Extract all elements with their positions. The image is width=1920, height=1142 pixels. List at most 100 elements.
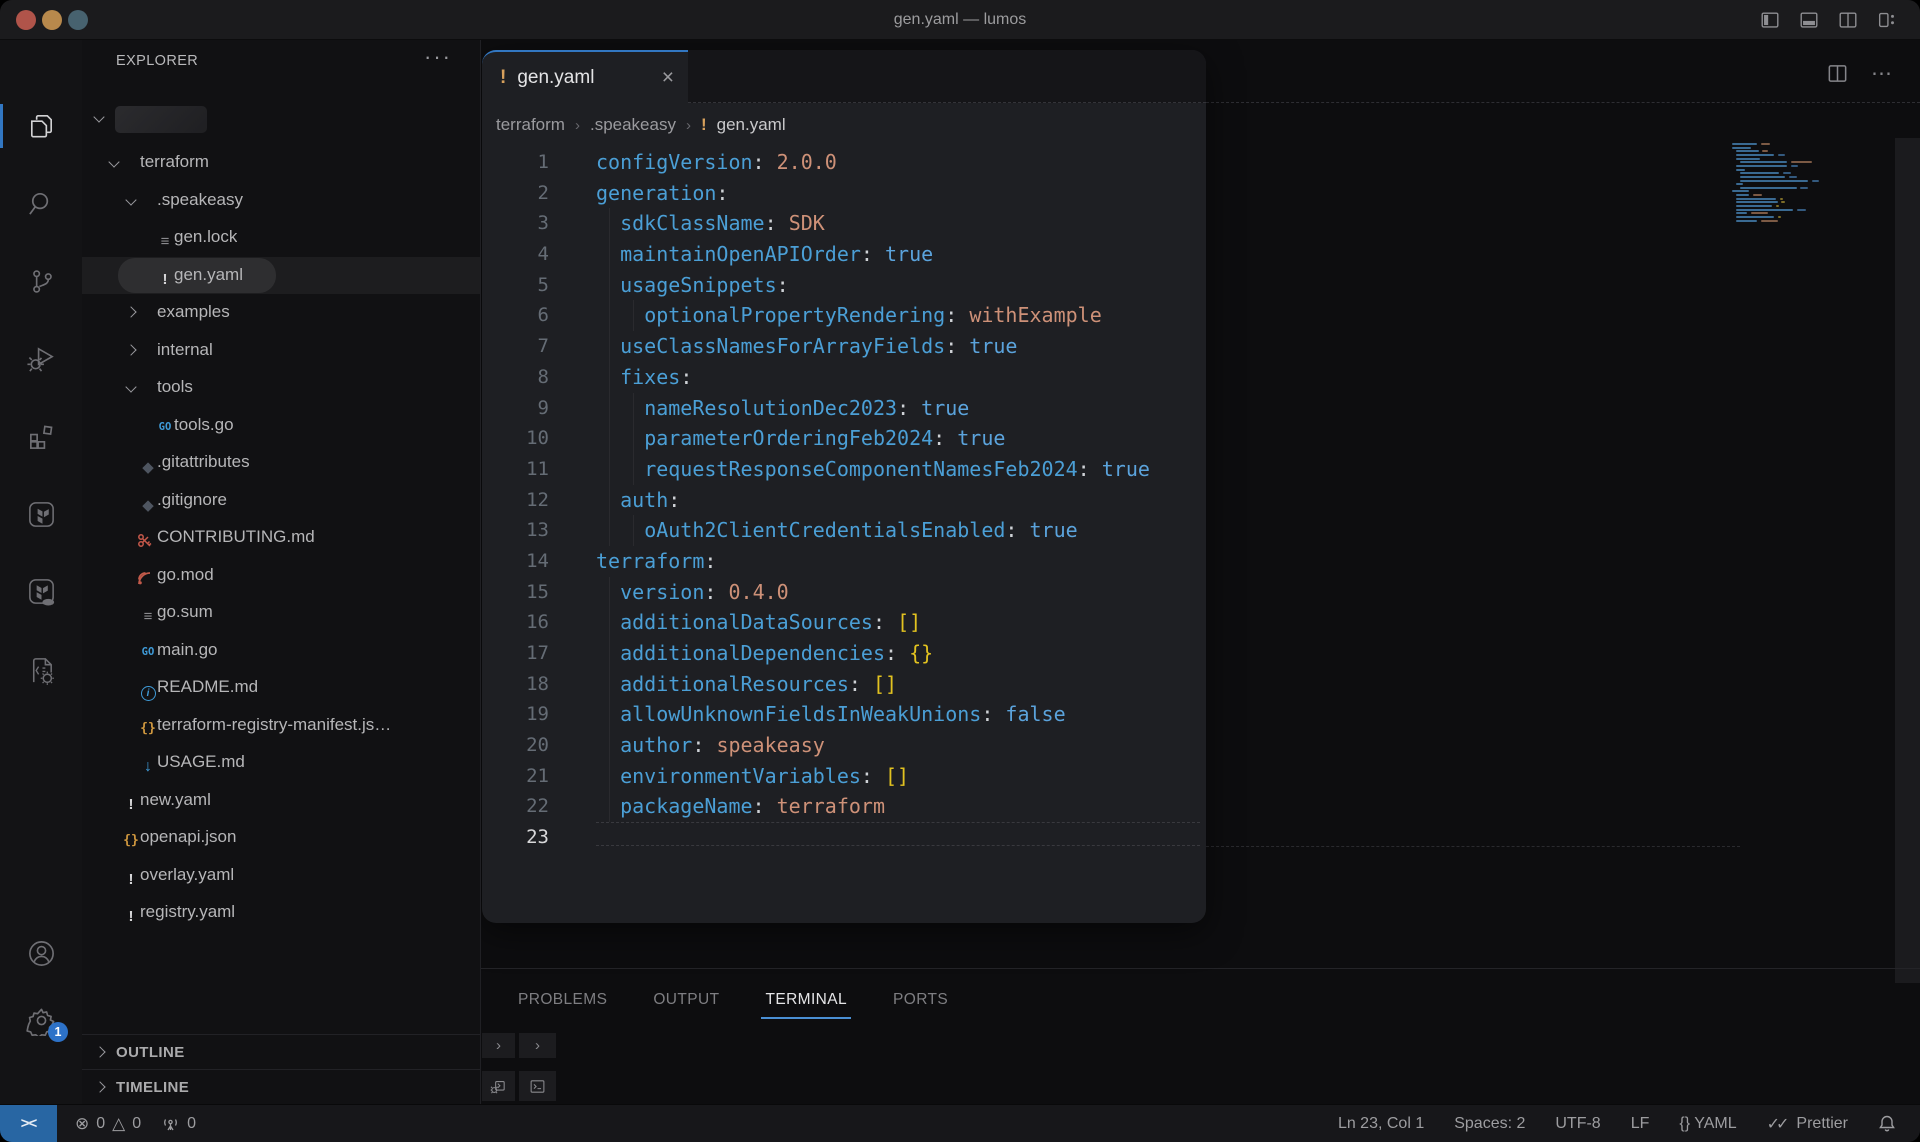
tree-item-USAGE.md[interactable]: ↓ USAGE.md: [82, 744, 480, 782]
activity-item-run-and-debug[interactable]: [0, 334, 82, 382]
code-line-23[interactable]: 23: [482, 822, 1206, 853]
activity-item-terraform-cloud[interactable]: [0, 568, 82, 616]
tree-item-terraform-registry-manifest.js[interactable]: {} terraform-registry-manifest.js…: [82, 707, 480, 745]
code-line-13[interactable]: 13 oAuth2ClientCredentialsEnabled: true: [482, 515, 1206, 546]
close-tab-icon[interactable]: ×: [662, 67, 674, 88]
activity-item-explorer[interactable]: [0, 102, 82, 150]
tree-item-terraform[interactable]: terraform: [82, 144, 480, 182]
tree-item-tools.go[interactable]: GO tools.go: [82, 407, 480, 445]
eol-setting[interactable]: LF: [1631, 1115, 1650, 1133]
code-line-17[interactable]: 17 additionalDependencies: {}: [482, 638, 1206, 669]
indentation-setting[interactable]: Spaces: 2: [1454, 1115, 1525, 1133]
ports-status[interactable]: 0: [161, 1115, 196, 1133]
code-line-16[interactable]: 16 additionalDataSources: []: [482, 607, 1206, 638]
terminal-prompt-chevron-icon[interactable]: ›: [519, 1033, 556, 1058]
code-line-21[interactable]: 21 environmentVariables: []: [482, 760, 1206, 792]
activity-item-terraform[interactable]: [0, 490, 82, 538]
code-line-14[interactable]: 14 terraform:: [482, 546, 1206, 577]
breadcrumb-file[interactable]: gen.yaml: [717, 115, 786, 135]
editor-scrollbar-track[interactable]: [1895, 138, 1920, 983]
yaml-warning-icon: !: [500, 66, 507, 88]
code-line-22[interactable]: 22 packageName: terraform: [482, 791, 1206, 823]
code-line-20[interactable]: 20 author: speakeasy: [482, 730, 1206, 761]
editor-more-actions-icon[interactable]: ⋯: [1871, 63, 1894, 84]
code-line-2[interactable]: 2 generation:: [482, 178, 1206, 209]
tree-item-overlay.yaml[interactable]: ! overlay.yaml: [82, 857, 480, 895]
code-line-10[interactable]: 10 parameterOrderingFeb2024: true: [482, 423, 1206, 454]
tab-gen-yaml[interactable]: ! gen.yaml ×: [482, 50, 688, 103]
tree-item-CONTRIBUTING.md[interactable]: CONTRIBUTING.md: [82, 519, 480, 557]
tree-item-.speakeasy[interactable]: .speakeasy: [82, 182, 480, 220]
code-line-9[interactable]: 9 nameResolutionDec2023: true: [482, 392, 1206, 424]
tree-item-go.sum[interactable]: ≡ go.sum: [82, 594, 480, 632]
panel-tab-ports[interactable]: PORTS: [891, 985, 950, 1019]
cursor-position[interactable]: Ln 23, Col 1: [1338, 1115, 1424, 1133]
terminal-icon[interactable]: [519, 1071, 556, 1101]
debug-console-icon[interactable]: [482, 1071, 515, 1101]
formatter-status[interactable]: ✓✓ Prettier: [1767, 1114, 1848, 1134]
section-timeline[interactable]: TIMELINE: [82, 1069, 480, 1104]
chevron-right-icon: [94, 1046, 106, 1058]
activity-item-settings[interactable]: 1: [0, 996, 82, 1044]
tree-item-main.go[interactable]: GO main.go: [82, 632, 480, 670]
tree-item-internal[interactable]: internal: [82, 332, 480, 370]
tree-item-README.md[interactable]: i README.md: [82, 669, 480, 707]
line-number: 5: [537, 273, 549, 296]
panel-tab-output[interactable]: OUTPUT: [651, 985, 721, 1019]
tree-item-label: USAGE.md: [157, 752, 245, 771]
tab-bar-empty-space: [688, 50, 1206, 103]
breadcrumb-folder[interactable]: terraform: [496, 115, 565, 135]
code-line-12[interactable]: 12 auth:: [482, 484, 1206, 516]
chevron-separator-icon: ›: [685, 116, 691, 134]
code-line-1[interactable]: 1 configVersion: 2.0.0: [482, 147, 1206, 178]
code-line-15[interactable]: 15 version: 0.4.0: [482, 576, 1206, 608]
tree-item-label: tools.go: [174, 414, 234, 434]
code-line-11[interactable]: 11 requestResponseComponentNamesFeb2024: …: [482, 453, 1206, 485]
panel-tabs: PROBLEMS OUTPUT TERMINAL PORTS: [516, 985, 950, 1019]
tree-item-new.yaml[interactable]: ! new.yaml: [82, 782, 480, 820]
problems-status[interactable]: ⊗ 0 △ 0: [75, 1114, 141, 1134]
customize-layout-icon[interactable]: [1876, 9, 1898, 31]
code-line-8[interactable]: 8 fixes:: [482, 361, 1206, 393]
code-line-18[interactable]: 18 additionalResources: []: [482, 668, 1206, 700]
code-line-5[interactable]: 5 usageSnippets:: [482, 269, 1206, 301]
activity-item-code-tools[interactable]: [0, 646, 82, 694]
error-icon: ⊗: [75, 1113, 90, 1133]
activity-item-source-control[interactable]: [0, 257, 82, 305]
tree-item-examples[interactable]: examples: [82, 294, 480, 332]
tree-item-gen.lock[interactable]: ≡ gen.lock: [82, 219, 480, 257]
encoding-setting[interactable]: UTF-8: [1555, 1115, 1600, 1133]
toggle-secondary-sidebar-icon[interactable]: [1837, 9, 1859, 31]
line-number: 12: [526, 488, 549, 511]
tree-item-label: terraform-registry-manifest.js…: [157, 714, 392, 734]
section-outline[interactable]: OUTLINE: [82, 1034, 480, 1069]
language-mode[interactable]: {} YAML: [1679, 1115, 1736, 1133]
tree-item-.gitignore[interactable]: ◆ .gitignore: [82, 482, 480, 520]
activity-item-search[interactable]: [0, 179, 82, 227]
activity-item-extensions[interactable]: [0, 412, 82, 460]
tree-item-tools[interactable]: tools: [82, 369, 480, 407]
terminal-prompt-chevron-icon[interactable]: ›: [482, 1033, 515, 1058]
code-line-6[interactable]: 6 optionalPropertyRendering: withExample: [482, 300, 1206, 332]
code-line-19[interactable]: 19 allowUnknownFieldsInWeakUnions: false: [482, 699, 1206, 731]
tree-item-registry.yaml[interactable]: ! registry.yaml: [82, 894, 480, 932]
activity-item-accounts[interactable]: [0, 929, 82, 977]
code-line-4[interactable]: 4 maintainOpenAPIOrder: true: [482, 239, 1206, 270]
notifications-bell-icon[interactable]: [1878, 1114, 1896, 1133]
panel-tab-terminal[interactable]: TERMINAL: [761, 985, 851, 1019]
tree-item-openapi.json[interactable]: {} openapi.json: [82, 819, 480, 857]
toggle-primary-sidebar-icon[interactable]: [1759, 9, 1781, 31]
breadcrumb-folder[interactable]: .speakeasy: [590, 115, 676, 135]
split-editor-icon[interactable]: [1826, 62, 1849, 85]
tree-item-.gitattributes[interactable]: ◆ .gitattributes: [82, 444, 480, 482]
toggle-panel-icon[interactable]: [1798, 9, 1820, 31]
current-line-border-extension: [1206, 846, 1740, 847]
code-line-3[interactable]: 3 sdkClassName: SDK: [482, 208, 1206, 240]
tree-item-gen.yaml[interactable]: ! gen.yaml: [82, 256, 480, 294]
tree-item-go.mod[interactable]: go.mod: [82, 557, 480, 595]
remote-indicator[interactable]: ><: [0, 1104, 57, 1142]
panel-tab-problems[interactable]: PROBLEMS: [516, 985, 609, 1019]
code-editor[interactable]: 1 configVersion: 2.0.0 2 generation: 3 sdkCla…: [482, 147, 1206, 853]
code-line-7[interactable]: 7 useClassNamesForArrayFields: true: [482, 331, 1206, 362]
minimap[interactable]: [1732, 143, 1824, 231]
